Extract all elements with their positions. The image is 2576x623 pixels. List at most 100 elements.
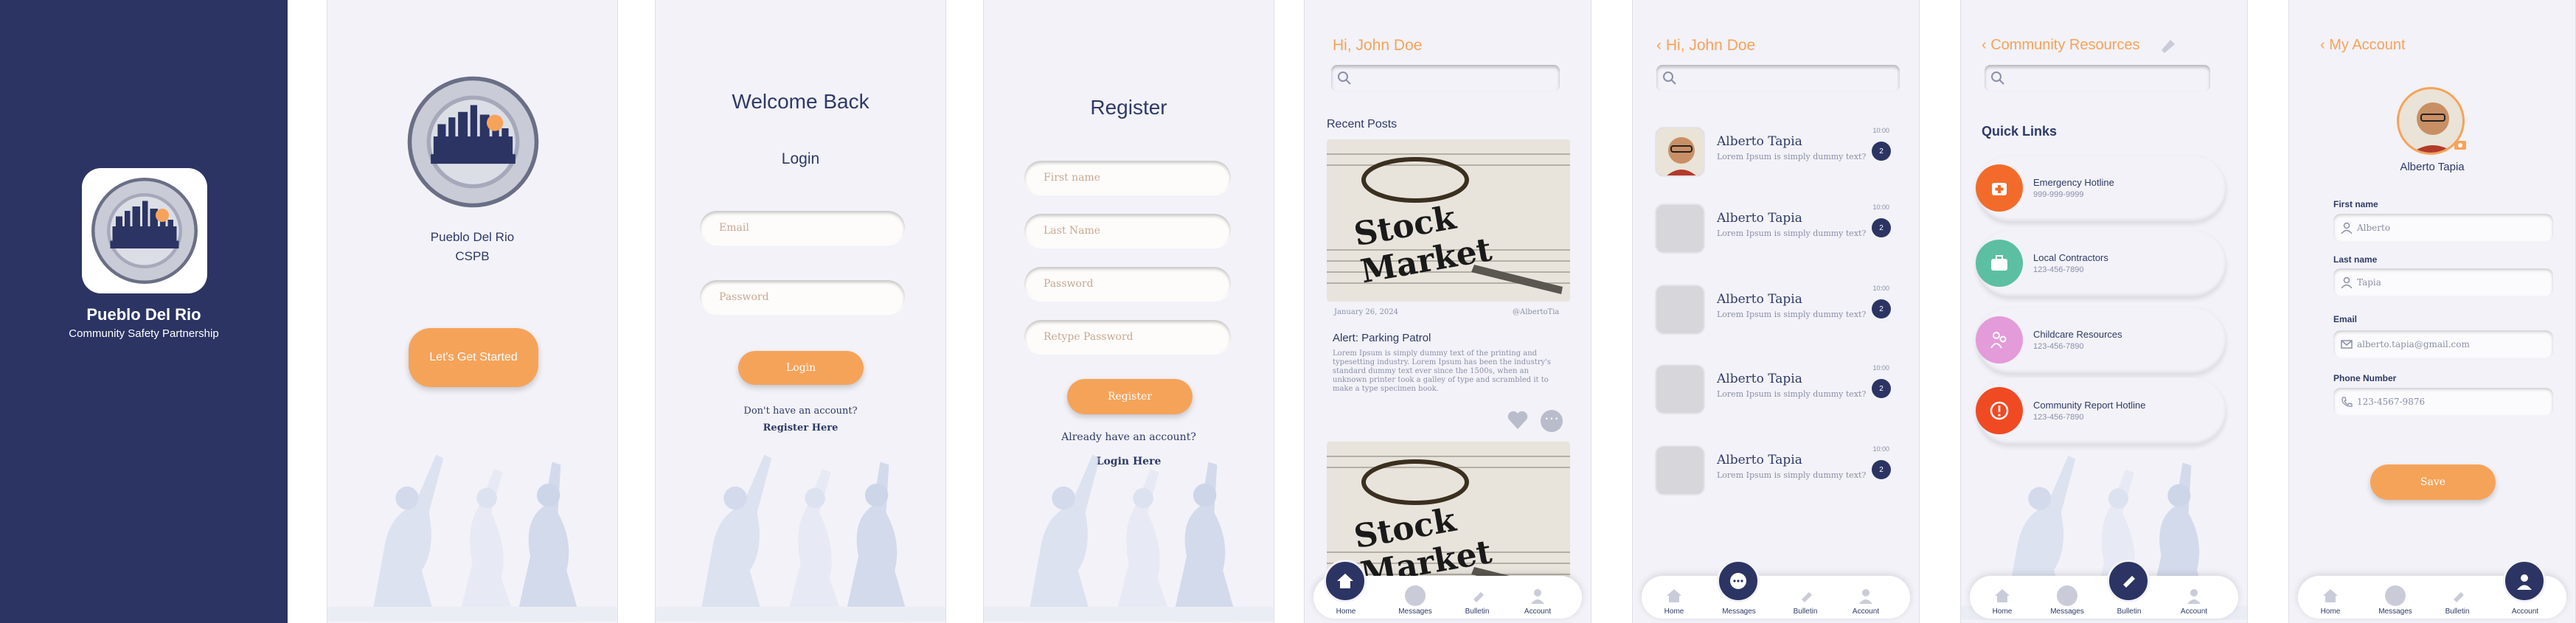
nav-bulletin[interactable]: Bulletin	[2435, 585, 2479, 616]
nav-bulletin[interactable]: Bulletin	[1455, 585, 1499, 616]
cspb-badge-icon	[405, 74, 541, 210]
message-row[interactable]: Alberto Tapia Lorem Ipsum is simply dumm…	[1655, 285, 1898, 344]
nav-account[interactable]: Account	[1844, 585, 1888, 616]
nav-home[interactable]: Home	[1652, 585, 1696, 616]
nav-home-label: Home	[1336, 608, 1356, 616]
message-row[interactable]: Alberto Tapia Lorem Ipsum is simply dumm…	[1655, 445, 1898, 504]
phone-icon	[2341, 397, 2353, 407]
page-title-label: My Account	[2329, 37, 2406, 53]
nav-account-label: Account	[1852, 608, 1880, 616]
heart-icon[interactable]	[1507, 410, 1529, 431]
last-name-input[interactable]: Last Name	[1024, 214, 1231, 248]
message-sender: Alberto Tapia	[1717, 453, 1802, 467]
post-title[interactable]: Alert: Parking Patrol	[1333, 332, 1431, 344]
quick-link-card[interactable]: Community Report Hotline 123-456-7890	[1976, 377, 2226, 445]
quick-link-card[interactable]: Local Contractors 123-456-7890	[1976, 230, 2226, 298]
quick-link-title: Emergency Hotline	[2033, 177, 2114, 188]
email-field[interactable]: alberto.tapia@gmail.com	[2333, 330, 2553, 358]
camera-icon[interactable]	[2453, 137, 2468, 152]
last-name-field[interactable]: Tapia	[2333, 268, 2553, 296]
message-preview: Lorem Ipsum is simply dummy text?	[1717, 152, 1867, 161]
nav-account-label: Account	[1524, 608, 1552, 616]
get-started-button[interactable]: Let's Get Started	[409, 328, 538, 387]
home-icon	[1664, 585, 1684, 606]
nav-bulletin[interactable]: Bulletin	[2107, 585, 2151, 616]
nav-home[interactable]: Home	[1980, 585, 2024, 616]
login-button[interactable]: Login	[738, 351, 864, 385]
last-name-value: Tapia	[2357, 277, 2381, 288]
quick-link-title: Childcare Resources	[2033, 329, 2122, 340]
avatar	[1655, 364, 1705, 414]
search-input[interactable]	[1331, 65, 1560, 91]
search-input[interactable]	[1656, 65, 1900, 91]
register-screen: Register First name Last Name Password R…	[983, 0, 1274, 623]
unread-badge: 2	[1872, 460, 1891, 479]
chat-icon	[2385, 585, 2406, 606]
get-started-screen: Pueblo Del Rio CSPB Let's Get Started	[327, 0, 618, 623]
quick-links-heading: Quick Links	[1982, 124, 2058, 139]
password-input[interactable]: Password	[700, 280, 905, 314]
message-row[interactable]: Alberto Tapia Lorem Ipsum is simply dumm…	[1655, 364, 1898, 423]
message-row[interactable]: Alberto Tapia Lorem Ipsum is simply dumm…	[1655, 203, 1898, 262]
nav-home[interactable]: Home	[2308, 585, 2353, 616]
email-input[interactable]: Email	[700, 211, 905, 245]
nav-account[interactable]: Account	[2172, 585, 2216, 616]
nav-messages-label: Messages	[2050, 608, 2084, 616]
first-name-field[interactable]: Alberto	[2333, 214, 2553, 242]
unread-badge: 2	[1872, 379, 1891, 398]
pin-icon	[2447, 585, 2468, 606]
splash-panel: Pueblo Del Rio Community Safety Partners…	[0, 0, 288, 623]
search-input[interactable]	[1985, 65, 2210, 91]
greeting: ‹ Hi, John Doe	[1656, 37, 1756, 54]
nav-messages-label: Messages	[1722, 608, 1756, 616]
first-name-input[interactable]: First name	[1024, 161, 1231, 195]
avatar	[1655, 445, 1705, 495]
pin-icon[interactable]	[2156, 34, 2178, 56]
page-title: ‹ Community Resources	[1982, 37, 2140, 53]
nav-bulletin-label: Bulletin	[1465, 608, 1490, 616]
nav-home[interactable]: Home	[1324, 585, 1368, 616]
cspb-badge-icon	[89, 175, 200, 286]
nav-account[interactable]: Account	[1516, 585, 1560, 616]
message-time: 10:00	[1872, 127, 1889, 134]
phone-field[interactable]: 123-4567-9876	[2333, 388, 2553, 416]
nav-account-label: Account	[2180, 608, 2208, 616]
nav-bulletin[interactable]: Bulletin	[1783, 585, 1827, 616]
account-screen: ‹ My Account Alberto Tapia First name Al…	[2288, 0, 2576, 623]
message-sender: Alberto Tapia	[1717, 211, 1802, 226]
alert-icon	[1976, 387, 2023, 434]
briefcase-icon	[1976, 240, 2023, 287]
nav-messages[interactable]: Messages	[2373, 585, 2417, 616]
quick-link-card[interactable]: Childcare Resources 123-456-7890	[1976, 307, 2226, 375]
nav-bulletin-label: Bulletin	[2117, 608, 2142, 616]
save-button[interactable]: Save	[2370, 464, 2496, 500]
quick-link-card[interactable]: Emergency Hotline 999-999-9999	[1976, 155, 2226, 223]
user-icon	[2184, 585, 2204, 606]
nav-messages[interactable]: Messages	[2045, 585, 2089, 616]
user-icon	[2341, 276, 2353, 288]
message-time: 10:00	[1872, 364, 1889, 372]
message-row[interactable]: Alberto Tapia Lorem Ipsum is simply dumm…	[1655, 127, 1898, 186]
register-button[interactable]: Register	[1067, 379, 1192, 414]
message-time: 10:00	[1872, 445, 1889, 453]
unread-badge: 2	[1872, 299, 1891, 319]
nav-bulletin-label: Bulletin	[1793, 608, 1818, 616]
quick-link-phone: 123-456-7890	[2033, 342, 2084, 351]
message-sender: Alberto Tapia	[1717, 372, 1802, 386]
retype-password-input[interactable]: Retype Password	[1024, 320, 1231, 354]
nav-home-label: Home	[1664, 608, 1684, 616]
search-icon	[1338, 72, 1351, 85]
unread-badge: 2	[1872, 142, 1891, 161]
message-sender: Alberto Tapia	[1717, 292, 1802, 307]
more-icon[interactable]: ⋯	[1541, 410, 1563, 432]
home-icon	[1992, 585, 2013, 606]
post-image[interactable]: Stock Market	[1327, 139, 1570, 302]
nav-account[interactable]: Account	[2503, 585, 2547, 616]
nav-messages[interactable]: Messages	[1393, 585, 1437, 616]
bottom-nav: Home Messages Bulletin Account	[2298, 560, 2566, 619]
quick-link-title: Community Report Hotline	[2033, 400, 2146, 411]
avatar	[1655, 203, 1705, 254]
nav-messages[interactable]: Messages	[1717, 585, 1761, 616]
greeting-label: Hi, John Doe	[1665, 37, 1756, 54]
password-input[interactable]: Password	[1024, 267, 1231, 301]
